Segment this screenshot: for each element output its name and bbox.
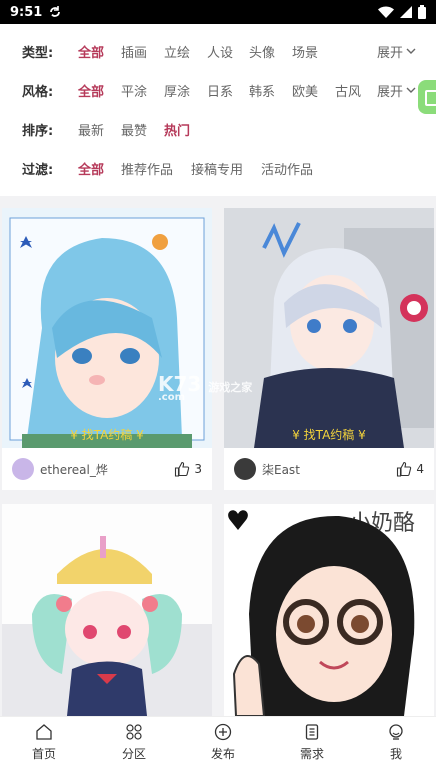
style-option-japanese[interactable]: 日系: [207, 81, 233, 100]
like-count: 3: [194, 462, 202, 476]
nav-publish[interactable]: 发布: [193, 723, 253, 762]
like-count: 4: [416, 462, 424, 476]
artwork-grid: ¥ 找TA约稿 ¥ ethereal_烨 3 ¥ 找TA约稿 ¥ 柒East 4…: [0, 196, 436, 716]
artwork-image[interactable]: [2, 208, 212, 448]
type-expand-button[interactable]: 展开: [377, 42, 417, 61]
artwork-card[interactable]: 小奶酪: [224, 504, 434, 716]
sort-option-most-liked[interactable]: 最赞: [121, 120, 147, 139]
filter-option-all[interactable]: 全部: [78, 159, 104, 178]
avatar[interactable]: [234, 458, 256, 480]
document-icon: [305, 724, 319, 740]
like-button[interactable]: 3: [174, 461, 202, 477]
filter-option-events[interactable]: 活动作品: [261, 159, 313, 178]
type-expand-label: 展开: [377, 45, 404, 61]
style-option-flat[interactable]: 平涂: [121, 81, 147, 100]
style-option-western[interactable]: 欧美: [292, 81, 318, 100]
type-option-illustration[interactable]: 插画: [121, 42, 147, 61]
chevron-down-icon: [406, 48, 416, 54]
filter-label-sort: 排序:: [22, 123, 54, 139]
nav-requests-label: 需求: [299, 747, 324, 761]
filter-label-type: 类型:: [22, 45, 54, 61]
nav-publish-label: 发布: [210, 747, 235, 761]
battery-icon: [418, 5, 426, 19]
commission-tag[interactable]: ¥ 找TA约稿 ¥: [224, 426, 434, 443]
type-option-all[interactable]: 全部: [78, 42, 104, 61]
author-name[interactable]: 柒East: [262, 461, 396, 478]
nav-categories-label: 分区: [121, 747, 146, 761]
sync-icon: [50, 6, 61, 17]
sort-option-newest[interactable]: 最新: [78, 120, 104, 139]
type-option-avatar[interactable]: 头像: [249, 42, 275, 61]
home-icon: [36, 724, 52, 740]
artwork-image[interactable]: [2, 504, 212, 716]
type-option-character[interactable]: 人设: [207, 42, 233, 61]
artwork-image[interactable]: [224, 208, 434, 448]
wifi-icon: [378, 6, 394, 18]
style-option-thick[interactable]: 厚涂: [164, 81, 190, 100]
chevron-down-icon: [406, 87, 416, 93]
filter-option-commission[interactable]: 接稿专用: [191, 159, 243, 178]
style-option-all[interactable]: 全部: [78, 81, 104, 100]
style-option-korean[interactable]: 韩系: [249, 81, 275, 100]
nav-home-label: 首页: [31, 747, 56, 761]
nav-home[interactable]: 首页: [14, 723, 74, 762]
style-expand-button[interactable]: 展开: [377, 81, 417, 100]
filter-option-recommended[interactable]: 推荐作品: [121, 159, 173, 178]
signal-icon: [400, 6, 412, 18]
nav-categories[interactable]: 分区: [104, 723, 164, 762]
type-option-standing[interactable]: 立绘: [164, 42, 190, 61]
floating-side-tab[interactable]: [418, 80, 436, 114]
avatar[interactable]: [12, 458, 34, 480]
artwork-image[interactable]: 小奶酪: [224, 504, 434, 716]
filter-label-filter: 过滤:: [22, 162, 54, 178]
face-icon: [389, 724, 403, 740]
artwork-card[interactable]: ¥ 找TA约稿 ¥ ethereal_烨 3: [2, 208, 212, 490]
sort-option-hot[interactable]: 热门: [164, 120, 190, 139]
author-name[interactable]: ethereal_烨: [40, 461, 174, 478]
status-bar: 9:51: [0, 0, 436, 24]
nav-me-label: 我: [389, 747, 402, 761]
commission-tag[interactable]: ¥ 找TA约稿 ¥: [2, 426, 212, 443]
nav-requests[interactable]: 需求: [282, 723, 342, 762]
bottom-nav: 首页 分区 发布 需求 我: [0, 716, 436, 775]
type-option-scene[interactable]: 场景: [292, 42, 318, 61]
status-time: 9:51: [10, 4, 43, 20]
artwork-card[interactable]: ¥ 找TA约稿 ¥ 柒East 4: [224, 208, 434, 490]
card-meta: 柒East 4: [224, 448, 434, 490]
thumbs-up-icon: [397, 461, 412, 477]
nav-me[interactable]: 我: [366, 723, 426, 762]
artwork-card[interactable]: [2, 504, 212, 716]
filter-label-style: 风格:: [22, 84, 54, 100]
plus-circle-icon: [214, 723, 232, 741]
thumbs-up-icon: [175, 461, 190, 477]
filter-panel: 类型: 全部 插画 立绘 人设 头像 场景 展开 风格: 全部 平涂 厚涂 日系…: [0, 24, 436, 196]
like-button[interactable]: 4: [396, 461, 424, 477]
card-meta: ethereal_烨 3: [2, 448, 212, 490]
style-option-ancient[interactable]: 古风: [335, 81, 361, 100]
grid-icon: [126, 724, 142, 740]
style-expand-label: 展开: [377, 84, 404, 100]
